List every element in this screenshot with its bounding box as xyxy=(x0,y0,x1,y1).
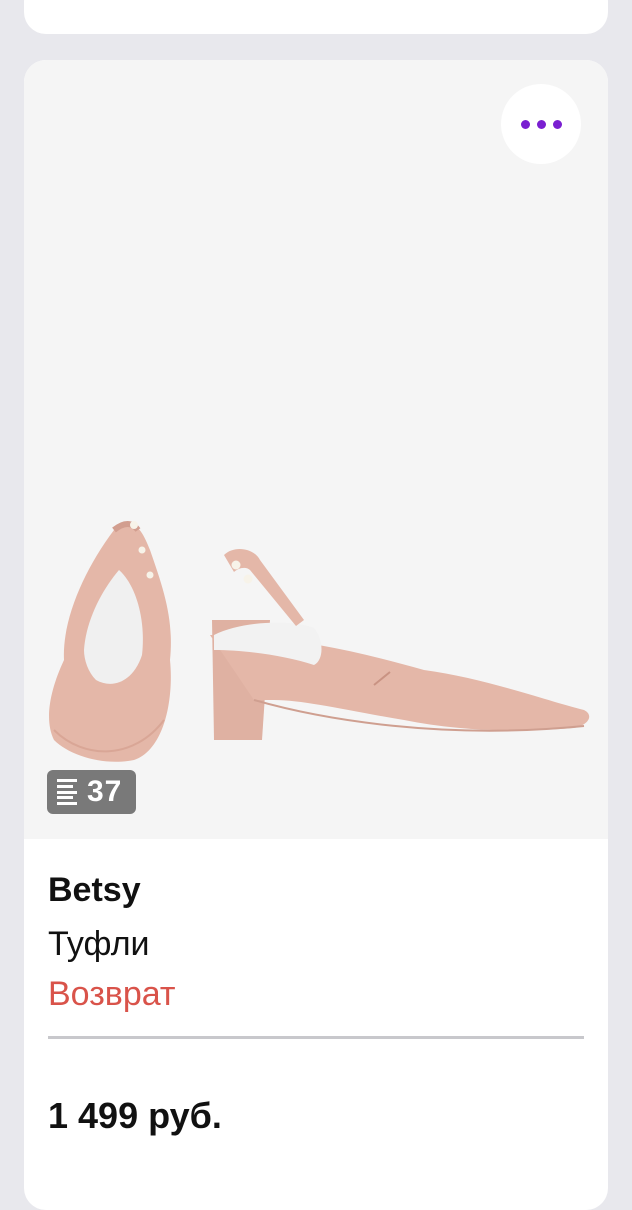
previous-card[interactable] xyxy=(24,0,608,34)
status-label: Возврат xyxy=(48,975,176,1013)
size-badge: 37 xyxy=(47,770,137,814)
more-dot xyxy=(536,119,546,129)
brand-name: Betsy xyxy=(48,871,141,909)
divider xyxy=(48,1036,584,1039)
more-options-button[interactable] xyxy=(501,84,581,164)
price: 1 499 руб. xyxy=(48,1095,222,1136)
more-horizontal-icon xyxy=(520,119,530,129)
product-info: Betsy Туфли Возврат 1 499 руб. xyxy=(48,870,584,1137)
size-value: 37 xyxy=(87,775,123,808)
shoe-image xyxy=(49,521,590,762)
product-photo[interactable]: 37 xyxy=(24,60,608,839)
product-card[interactable]: 37 Betsy Туфли Возврат 1 499 руб. xyxy=(24,60,608,1210)
more-dot xyxy=(552,119,562,129)
product-category: Туфли xyxy=(48,925,150,963)
size-lines-icon xyxy=(57,779,79,805)
